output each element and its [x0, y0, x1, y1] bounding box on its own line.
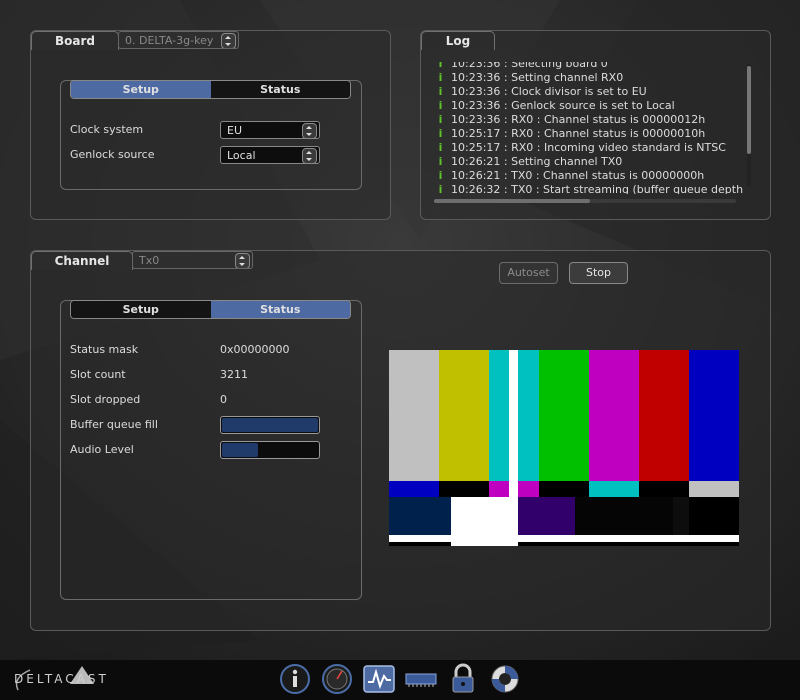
- log-entry: i 10:26:21 : Setting channel TX0: [430, 155, 746, 169]
- board-title: Board: [31, 31, 119, 50]
- lock-icon[interactable]: [446, 662, 480, 696]
- log-entry: i 10:25:17 : RX0 : Channel status is 0000…: [430, 127, 746, 141]
- audio-level-bar: [220, 441, 320, 459]
- tab-board-status[interactable]: Status: [210, 81, 350, 98]
- channel-selector[interactable]: Tx0: [132, 251, 253, 269]
- info-icon: i: [438, 71, 443, 84]
- slot-dropped-label: Slot dropped: [70, 393, 141, 406]
- board-selector-value: 0. DELTA-3g-key: [125, 34, 214, 47]
- log-title: Log: [421, 31, 495, 50]
- tab-channel-status[interactable]: Status: [210, 301, 350, 318]
- audio-level-fill: [222, 443, 259, 457]
- clock-system-select[interactable]: EU: [220, 121, 320, 139]
- log-entry: i 10:26:21 : TX0 : Channel status is 0000…: [430, 169, 746, 183]
- info-icon: i: [438, 62, 443, 70]
- logo-text: DELTACAST: [14, 672, 109, 686]
- slot-count-value: 3211: [220, 368, 248, 381]
- info-icon: i: [438, 183, 443, 194]
- slot-count-label: Slot count: [70, 368, 126, 381]
- status-mask-value: 0x00000000: [220, 343, 290, 356]
- audio-level-label: Audio Level: [70, 443, 134, 456]
- clock-system-value: EU: [227, 124, 243, 137]
- genlock-source-select[interactable]: Local: [220, 146, 320, 164]
- log-entry: i 10:26:32 : TX0 : Start streaming (buffe…: [430, 183, 746, 194]
- board-selector[interactable]: 0. DELTA-3g-key: [118, 31, 239, 49]
- log-entry: i 10:23:36 : RX0 : Channel status is 0000…: [430, 113, 746, 127]
- video-preview: [389, 350, 739, 546]
- channel-title: Channel: [31, 251, 133, 270]
- log-horizontal-scrollbar[interactable]: [434, 199, 736, 203]
- buffer-queue-fill-level: [222, 418, 318, 432]
- log-entry: i 10:23:36 : Selecting board 0: [430, 62, 746, 71]
- board-tabbar: Setup Status: [70, 80, 351, 99]
- status-mask-label: Status mask: [70, 343, 139, 356]
- tab-channel-setup[interactable]: Setup: [71, 301, 211, 318]
- info-icon: i: [438, 155, 443, 168]
- info-icon: i: [438, 169, 443, 182]
- tab-board-setup[interactable]: Setup: [71, 81, 211, 98]
- spinner-icon[interactable]: [302, 123, 317, 138]
- log-entry: i 10:23:36 : Genlock source is set to Loc…: [430, 99, 746, 113]
- spinner-icon[interactable]: [302, 148, 317, 163]
- waveform-icon[interactable]: [362, 662, 396, 696]
- slot-dropped-value: 0: [220, 393, 227, 406]
- genlock-source-label: Genlock source: [70, 148, 155, 161]
- log-entry: i 10:23:36 : Setting channel RX0: [430, 71, 746, 85]
- autoset-button[interactable]: Autoset: [499, 262, 558, 284]
- info-icon: i: [438, 127, 443, 140]
- lifebuoy-icon[interactable]: [488, 662, 522, 696]
- info-icon: i: [438, 113, 443, 126]
- channel-selector-value: Tx0: [139, 254, 160, 267]
- spinner-icon[interactable]: [235, 253, 250, 268]
- stop-button[interactable]: Stop: [569, 262, 628, 284]
- log-vertical-scrollbar[interactable]: [747, 64, 751, 186]
- genlock-source-value: Local: [227, 149, 256, 162]
- clock-system-label: Clock system: [70, 123, 144, 136]
- info-icon: i: [438, 141, 443, 154]
- log-entry: i 10:23:36 : Clock divisor is set to EU: [430, 85, 746, 99]
- buffer-queue-fill-bar: [220, 416, 320, 434]
- channel-tabbar: Setup Status: [70, 300, 351, 319]
- buffer-queue-fill-label: Buffer queue fill: [70, 418, 158, 431]
- spinner-icon[interactable]: [221, 33, 236, 48]
- info-icon: i: [438, 99, 443, 112]
- log-list[interactable]: i 10:23:36 : Selecting board 0 i 10:23:36 …: [430, 62, 746, 194]
- info-icon: i: [438, 85, 443, 98]
- gauge-icon[interactable]: [320, 662, 354, 696]
- memory-icon[interactable]: [404, 662, 438, 696]
- info-icon[interactable]: [278, 662, 312, 696]
- log-entry: i 10:25:17 : RX0 : Incoming video standar…: [430, 141, 746, 155]
